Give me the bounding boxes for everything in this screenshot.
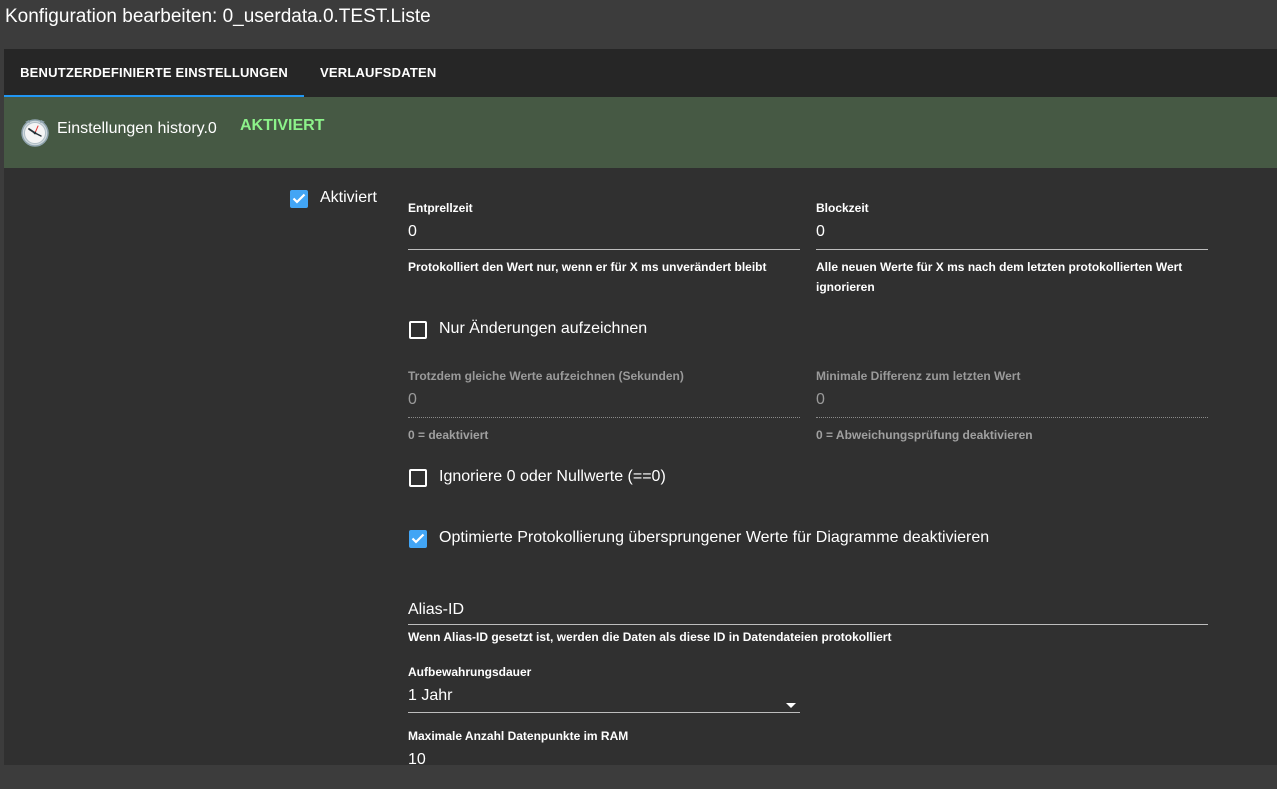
alias-underline: [408, 624, 1208, 625]
retention-label: Aufbewahrungsdauer: [408, 665, 532, 679]
changes-only-checkbox[interactable]: [409, 321, 427, 339]
debounce-underline: [408, 249, 800, 250]
debounce-label: Entprellzeit: [408, 201, 473, 215]
max-ram-label: Maximale Anzahl Datenpunkte im RAM: [408, 729, 629, 743]
alias-input[interactable]: Alias-ID: [408, 601, 464, 619]
changes-only-label: Nur Änderungen aufzeichnen: [439, 320, 648, 337]
instance-header[interactable]: Einstellungen history.0 AKTIVIERT: [4, 97, 1277, 168]
same-values-input[interactable]: 0: [408, 391, 417, 409]
ignore-zero-checkbox[interactable]: [409, 469, 427, 487]
retention-underline: [408, 712, 800, 713]
debounce-help: Protokolliert den Wert nur, wenn er für …: [408, 260, 767, 274]
min-difference-input[interactable]: 0: [816, 391, 825, 409]
ignore-zero-label: Ignoriere 0 oder Nullwerte (==0): [439, 468, 666, 485]
enabled-label: Aktiviert: [320, 189, 377, 206]
same-values-underline: [408, 417, 800, 418]
min-difference-underline: [816, 417, 1208, 418]
same-values-label: Trotzdem gleiche Werte aufzeichnen (Seku…: [408, 369, 684, 383]
enabled-checkbox[interactable]: [290, 190, 308, 208]
checkmark-icon: [411, 533, 425, 544]
tab-history-data-label: VERLAUFSDATEN: [320, 65, 437, 80]
tab-custom-settings[interactable]: BENUTZERDEFINIERTE EINSTELLUNGEN: [4, 49, 304, 97]
debounce-input[interactable]: 0: [408, 223, 417, 241]
dialog-title: Konfiguration bearbeiten: 0_userdata.0.T…: [5, 6, 431, 27]
max-ram-input[interactable]: 10: [408, 751, 426, 765]
disable-skipped-label: Optimierte Protokollierung übersprungene…: [439, 529, 990, 546]
blocktime-help-line-1: Alle neuen Werte für X ms nach dem letzt…: [816, 260, 1183, 274]
alias-help: Wenn Alias-ID gesetzt ist, werden die Da…: [408, 630, 892, 644]
tab-bar: BENUTZERDEFINIERTE EINSTELLUNGEN VERLAUF…: [4, 49, 1277, 97]
retention-select[interactable]: 1 Jahr: [408, 687, 800, 711]
same-values-help: 0 = deaktiviert: [408, 428, 489, 442]
min-difference-label: Minimale Differenz zum letzten Wert: [816, 369, 1021, 383]
blocktime-input[interactable]: 0: [816, 223, 825, 241]
chevron-down-icon: [786, 703, 796, 708]
blocktime-help: Alle neuen Werte für X ms nach dem letzt…: [816, 257, 1208, 297]
blocktime-underline: [816, 249, 1208, 250]
config-panel: BENUTZERDEFINIERTE EINSTELLUNGEN VERLAUF…: [4, 49, 1277, 765]
min-difference-help: 0 = Abweichungsprüfung deaktivieren: [816, 428, 1033, 442]
dialog-footer: [0, 765, 1277, 789]
retention-value: 1 Jahr: [408, 687, 453, 704]
disable-skipped-checkbox[interactable]: [409, 530, 427, 548]
tab-history-data[interactable]: VERLAUFSDATEN: [320, 49, 436, 97]
instance-name: Einstellungen history.0: [57, 120, 217, 137]
blocktime-label: Blockzeit: [816, 201, 869, 215]
checkmark-icon: [292, 193, 306, 204]
status-badge: AKTIVIERT: [240, 117, 325, 134]
tab-custom-settings-label: BENUTZERDEFINIERTE EINSTELLUNGEN: [20, 65, 288, 80]
clock-icon: [21, 119, 49, 147]
blocktime-help-line-2: ignorieren: [816, 280, 875, 294]
